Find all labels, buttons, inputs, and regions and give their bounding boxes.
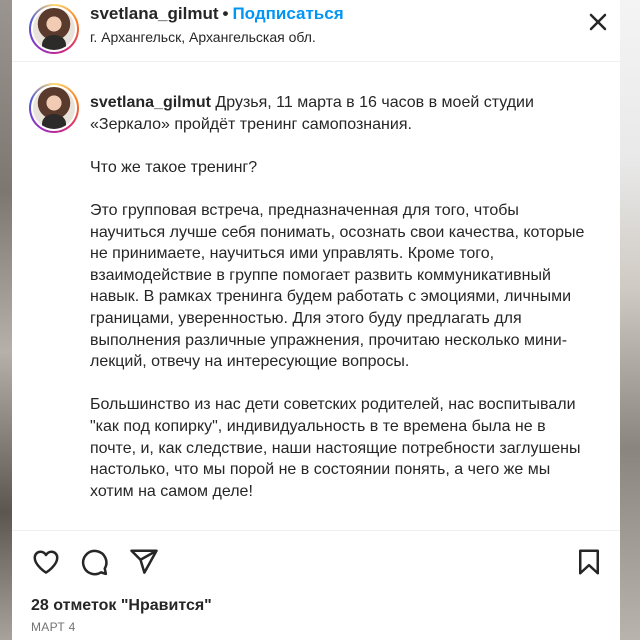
background-photo-left <box>0 0 12 640</box>
more-horizontal-icon[interactable] <box>586 10 610 34</box>
caption-paragraph: Большинство из нас дети советских родите… <box>90 396 581 500</box>
avatar[interactable] <box>29 4 79 54</box>
heart-icon[interactable] <box>31 547 61 577</box>
post-header: svetlana_gilmut • Подписаться г. Архангель… <box>12 0 620 62</box>
background-photo-right <box>620 0 640 640</box>
caption-avatar[interactable] <box>29 83 79 133</box>
caption-username-link[interactable]: svetlana_gilmut <box>90 94 211 111</box>
comment-icon[interactable] <box>79 547 109 577</box>
bookmark-icon[interactable] <box>574 547 604 577</box>
username-link[interactable]: svetlana_gilmut <box>90 4 219 23</box>
header-user-line: svetlana_gilmut • Подписаться <box>90 4 344 24</box>
location-link[interactable]: г. Архангельск, Архангельская обл. <box>90 29 316 45</box>
separator-dot: • <box>222 4 229 23</box>
caption-paragraph: Что же такое тренинг? <box>90 158 258 176</box>
follow-button[interactable]: Подписаться <box>232 4 343 23</box>
caption-paragraph: svetlana_gilmut Друзья, 11 марта в 16 ча… <box>90 92 590 135</box>
action-bar <box>12 530 620 590</box>
send-icon[interactable] <box>129 547 159 577</box>
caption-paragraph: Это групповая встреча, предназначенная д… <box>90 201 585 371</box>
post-card: svetlana_gilmut • Подписаться г. Архангель… <box>12 0 620 640</box>
post-date[interactable]: МАРТ 4 <box>31 620 76 634</box>
caption-area: svetlana_gilmut Друзья, 11 марта в 16 ча… <box>12 63 620 530</box>
likes-count[interactable]: 28 отметок "Нравится" <box>31 597 212 615</box>
caption-text: svetlana_gilmut Друзья, 11 марта в 16 ча… <box>90 92 590 502</box>
